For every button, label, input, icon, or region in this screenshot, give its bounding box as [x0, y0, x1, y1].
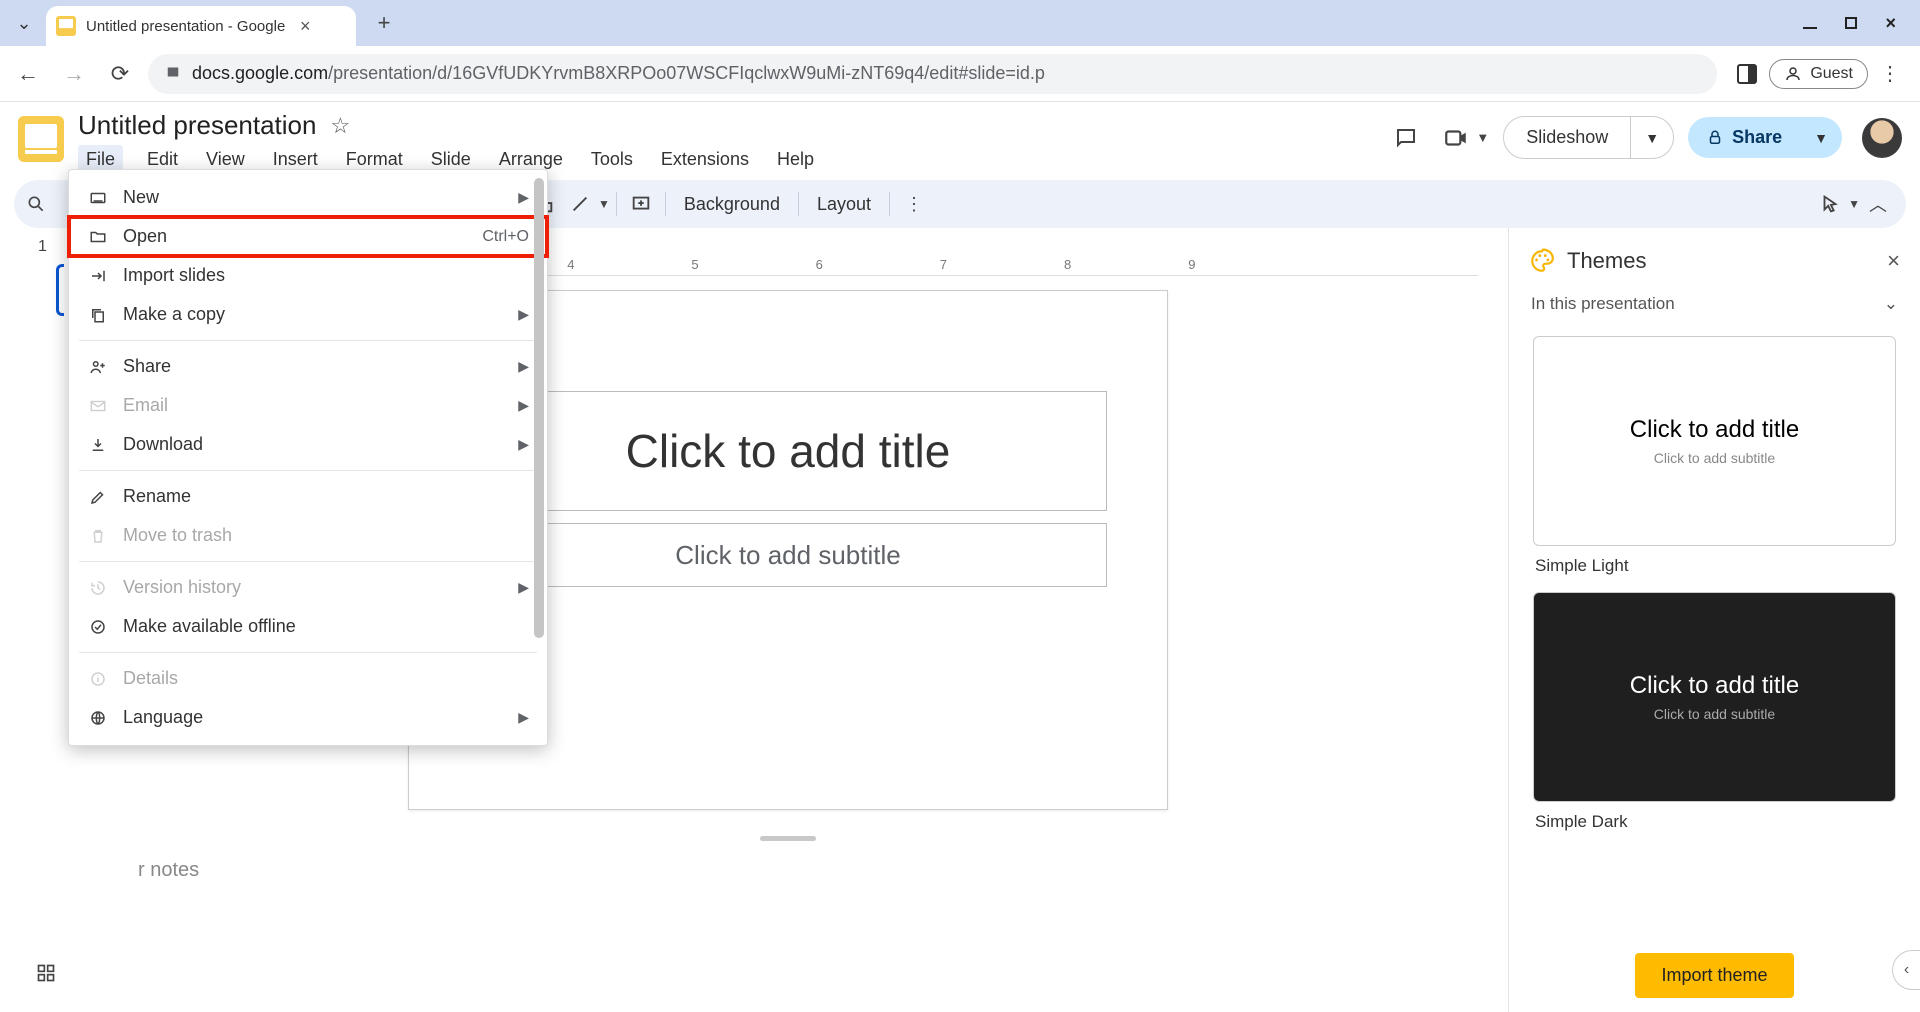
theme-label-light: Simple Light [1527, 552, 1902, 584]
url-text: docs.google.com/presentation/d/16GVfUDKY… [192, 63, 1045, 84]
slide-number: 1 [0, 238, 68, 256]
comment-add-icon[interactable] [623, 186, 659, 222]
menu-extensions[interactable]: Extensions [657, 145, 753, 174]
menu-item-download[interactable]: Download ▶ [69, 425, 547, 464]
line-icon[interactable] [562, 186, 598, 222]
share-dropdown[interactable]: ▼ [1800, 120, 1842, 156]
doc-title[interactable]: Untitled presentation [78, 110, 316, 141]
submenu-arrow-icon: ▶ [518, 306, 529, 323]
themes-close-icon[interactable]: × [1887, 248, 1900, 274]
menu-item-rename[interactable]: Rename [69, 477, 547, 516]
menu-item-version-history: Version history ▶ [69, 568, 547, 607]
themes-title: Themes [1567, 248, 1875, 274]
menu-item-language[interactable]: Language ▶ [69, 698, 547, 737]
line-dropdown-icon[interactable]: ▼ [598, 197, 610, 211]
browser-tab[interactable]: Untitled presentation - Google × [46, 6, 356, 46]
theme-card-light[interactable]: Click to add title Click to add subtitle [1533, 336, 1896, 546]
slides-logo-icon[interactable] [18, 116, 64, 162]
grid-view-icon[interactable] [36, 963, 56, 988]
pointer-dropdown-icon[interactable]: ▼ [1848, 197, 1860, 211]
menu-item-details: Details [69, 659, 547, 698]
url-input[interactable]: docs.google.com/presentation/d/16GVfUDKY… [148, 54, 1717, 94]
submenu-arrow-icon: ▶ [518, 709, 529, 726]
menu-item-email: Email ▶ [69, 386, 547, 425]
slideshow-button[interactable]: Slideshow ▼ [1503, 116, 1674, 159]
profile-button[interactable]: Guest [1769, 59, 1868, 89]
menu-item-new[interactable]: New ▶ [69, 178, 547, 217]
menu-tools[interactable]: Tools [587, 145, 637, 174]
account-avatar[interactable] [1862, 118, 1902, 158]
layout-button[interactable]: Layout [805, 194, 883, 215]
star-icon[interactable]: ☆ [330, 113, 350, 139]
app-header: Untitled presentation ☆ File Edit View I… [0, 102, 1920, 174]
submenu-arrow-icon: ▶ [518, 579, 529, 596]
tab-title: Untitled presentation - Google [86, 18, 285, 35]
share-person-icon [87, 358, 109, 376]
new-slide-icon [87, 189, 109, 207]
history-icon [87, 579, 109, 597]
email-icon [87, 397, 109, 415]
globe-icon [87, 709, 109, 727]
submenu-arrow-icon: ▶ [518, 397, 529, 414]
share-button[interactable]: Share ▼ [1688, 117, 1842, 158]
offline-icon [87, 618, 109, 636]
submenu-arrow-icon: ▶ [518, 189, 529, 206]
side-panel-icon[interactable] [1737, 64, 1757, 84]
filmstrip: 1 [0, 228, 68, 1012]
submenu-arrow-icon: ▶ [518, 358, 529, 375]
import-icon [87, 267, 109, 285]
folder-icon [87, 228, 109, 246]
trash-icon [87, 527, 109, 545]
browser-tab-strip: ⌄ Untitled presentation - Google × + × [0, 0, 1920, 46]
themes-scope[interactable]: In this presentation ⌄ [1527, 288, 1902, 328]
menu-item-move-trash: Move to trash [69, 516, 547, 555]
comments-icon[interactable] [1388, 120, 1424, 156]
site-info-icon[interactable] [164, 63, 182, 84]
menu-item-make-copy[interactable]: Make a copy ▶ [69, 295, 547, 334]
chevron-down-icon: ⌄ [1884, 294, 1898, 314]
browser-address-bar: ← → ⟳ docs.google.com/presentation/d/16G… [0, 46, 1920, 102]
menu-item-offline[interactable]: Make available offline [69, 607, 547, 646]
info-icon [87, 670, 109, 688]
import-theme-button[interactable]: Import theme [1635, 953, 1793, 998]
maximize-icon[interactable] [1845, 13, 1857, 34]
download-icon [87, 436, 109, 454]
reload-button[interactable]: ⟳ [102, 56, 138, 92]
slideshow-dropdown[interactable]: ▼ [1631, 120, 1673, 156]
more-toolbar-icon[interactable]: ⋮ [896, 186, 932, 222]
tab-close-icon[interactable]: × [295, 16, 315, 36]
collapse-toolbar-icon[interactable]: ︿ [1860, 186, 1896, 222]
submenu-arrow-icon: ▶ [518, 436, 529, 453]
search-menus-icon[interactable] [18, 186, 54, 222]
speaker-notes[interactable]: r notes [98, 841, 1478, 900]
menu-item-import-slides[interactable]: Import slides [69, 256, 547, 295]
menu-item-open[interactable]: Open Ctrl+O [69, 217, 547, 256]
slide-thumbnail[interactable] [56, 264, 64, 316]
close-window-icon[interactable]: × [1885, 13, 1896, 34]
browser-menu-icon[interactable]: ⋮ [1880, 61, 1900, 86]
back-button[interactable]: ← [10, 56, 46, 92]
subtitle-placeholder[interactable]: Click to add subtitle [469, 523, 1107, 587]
title-placeholder[interactable]: Click to add title [469, 391, 1107, 511]
menu-help[interactable]: Help [773, 145, 818, 174]
minimize-icon[interactable] [1803, 13, 1817, 34]
meet-dropdown-icon[interactable]: ▼ [1476, 130, 1489, 145]
menu-item-share[interactable]: Share ▶ [69, 347, 547, 386]
forward-button[interactable]: → [56, 56, 92, 92]
new-tab-button[interactable]: + [370, 9, 398, 37]
slides-favicon-icon [56, 16, 76, 36]
meet-icon[interactable] [1438, 120, 1474, 156]
copy-icon [87, 306, 109, 324]
pointer-mode-icon[interactable] [1812, 186, 1848, 222]
theme-label-dark: Simple Dark [1527, 808, 1902, 840]
tab-search-dropdown[interactable]: ⌄ [8, 7, 40, 39]
background-button[interactable]: Background [672, 194, 792, 215]
file-menu-dropdown: New ▶ Open Ctrl+O Import slides Make a c… [68, 169, 548, 746]
window-controls: × [1803, 13, 1912, 34]
theme-card-dark[interactable]: Click to add title Click to add subtitle [1533, 592, 1896, 802]
themes-panel: Themes × In this presentation ⌄ Click to… [1508, 228, 1920, 1012]
palette-icon [1529, 248, 1555, 274]
menu-scrollbar[interactable] [534, 178, 544, 638]
rename-icon [87, 488, 109, 506]
